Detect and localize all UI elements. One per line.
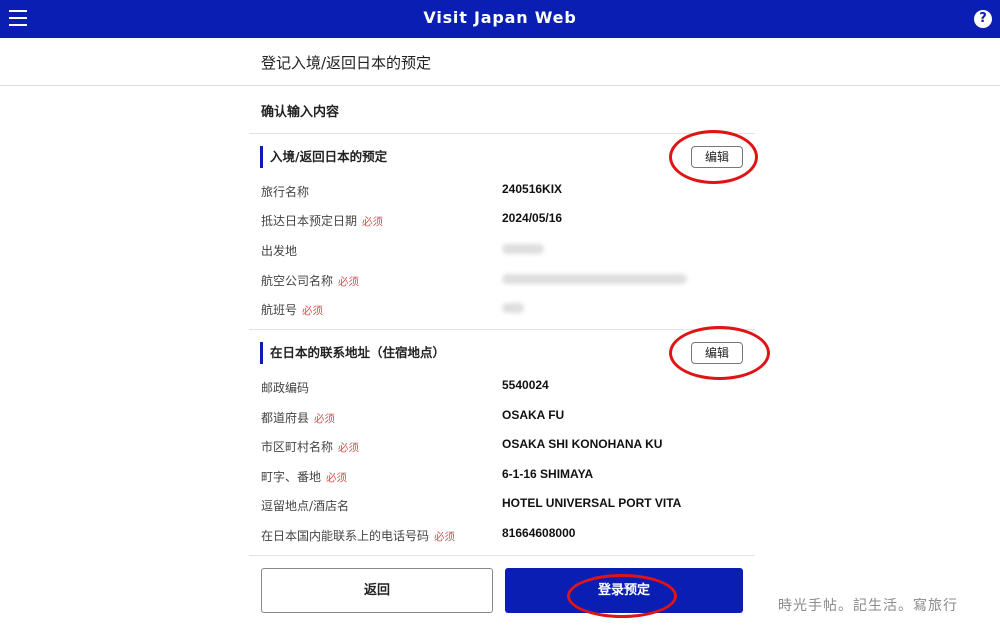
app-title: Visit Japan Web [423, 8, 577, 27]
field-label: 都道府县 必须 [261, 411, 336, 425]
help-icon[interactable]: ? [974, 10, 992, 28]
back-button[interactable]: 返回 [261, 568, 493, 613]
field-label: 逗留地点/酒店名 [261, 499, 350, 513]
divider [249, 329, 755, 330]
blurred-value-flight [502, 303, 524, 313]
blurred-value-airline [502, 274, 687, 284]
field-value-arrival-date: 2024/05/16 [502, 211, 563, 225]
blurred-value-departure [502, 244, 544, 254]
required-badge: 必须 [362, 216, 384, 228]
page-header: 登记入境/返回日本的预定 [0, 38, 1000, 86]
field-value-prefecture: OSAKA FU [502, 408, 565, 422]
field-label: 抵达日本预定日期 必须 [261, 214, 384, 228]
field-value-trip-name: 240516KIX [502, 182, 563, 196]
field-label: 邮政编码 [261, 381, 310, 395]
annotation-circle [669, 130, 758, 184]
field-label: 町字、番地 必须 [261, 470, 348, 484]
field-label: 出发地 [261, 244, 298, 258]
field-value-phone: 81664608000 [502, 526, 576, 540]
field-label: 在日本国内能联系上的电话号码 必须 [261, 529, 456, 543]
required-badge: 必须 [302, 305, 324, 317]
confirm-heading: 确认输入内容 [261, 105, 340, 120]
required-badge: 必须 [338, 442, 360, 454]
field-label: 航空公司名称 必须 [261, 274, 360, 288]
divider [249, 555, 755, 556]
field-value-hotel: HOTEL UNIVERSAL PORT VITA [502, 496, 682, 510]
annotation-circle [567, 574, 677, 618]
field-value-city: OSAKA SHI KONOHANA KU [502, 437, 663, 451]
required-badge: 必须 [326, 472, 348, 484]
section-title-entry: 入境/返回日本的预定 [260, 146, 387, 168]
field-label: 市区町村名称 必须 [261, 440, 360, 454]
annotation-circle [669, 326, 770, 380]
field-label: 航班号 必须 [261, 303, 324, 317]
field-value-street: 6-1-16 SHIMAYA [502, 467, 594, 481]
page-title: 登记入境/返回日本的预定 [261, 54, 432, 72]
field-label: 旅行名称 [261, 185, 310, 199]
section-title-address: 在日本的联系地址（住宿地点） [260, 342, 445, 364]
required-badge: 必须 [338, 276, 360, 288]
app-header: Visit Japan Web ? [0, 0, 1000, 38]
required-badge: 必须 [434, 531, 456, 543]
field-value-postal-code: 5540024 [502, 378, 549, 392]
divider [249, 133, 755, 134]
watermark-text: 時光手帖。記生活。寫旅行 [778, 598, 958, 614]
required-badge: 必须 [314, 413, 336, 425]
